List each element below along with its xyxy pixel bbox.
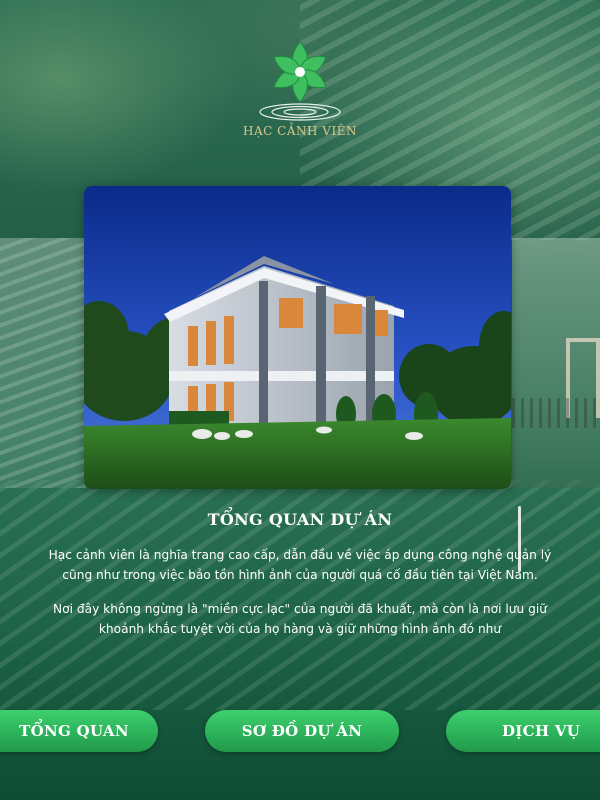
project-overview-section: TỔNG QUAN DỰ ÁN Hạc cảnh viên là nghĩa t… — [40, 500, 560, 658]
lotus-flower-logo-icon — [259, 41, 341, 121]
hero-image — [84, 186, 511, 489]
background-side-image-left — [0, 238, 86, 488]
nav-button-project-map[interactable]: SƠ ĐỒ DỰ ÁN — [205, 710, 399, 752]
nav-button-overview[interactable]: TỔNG QUAN — [0, 710, 158, 752]
background-side-image-right — [512, 238, 600, 488]
paragraph: Hạc cảnh viên là nghĩa trang cao cấp, dẫ… — [48, 548, 552, 582]
nav-button-services[interactable]: DỊCH VỤ — [446, 710, 600, 752]
logo-text: HẠC CẢNH VIÊN — [243, 124, 357, 138]
villa-at-night-photo — [84, 186, 511, 489]
logo[interactable]: HẠC CẢNH VIÊN — [240, 38, 360, 144]
section-title: TỔNG QUAN DỰ ÁN — [207, 510, 393, 529]
content-scrollbar[interactable] — [518, 506, 521, 572]
paragraph: Nơi đây không ngừng là "miền cực lạc" củ… — [53, 602, 547, 636]
crowd-shape — [512, 398, 600, 428]
